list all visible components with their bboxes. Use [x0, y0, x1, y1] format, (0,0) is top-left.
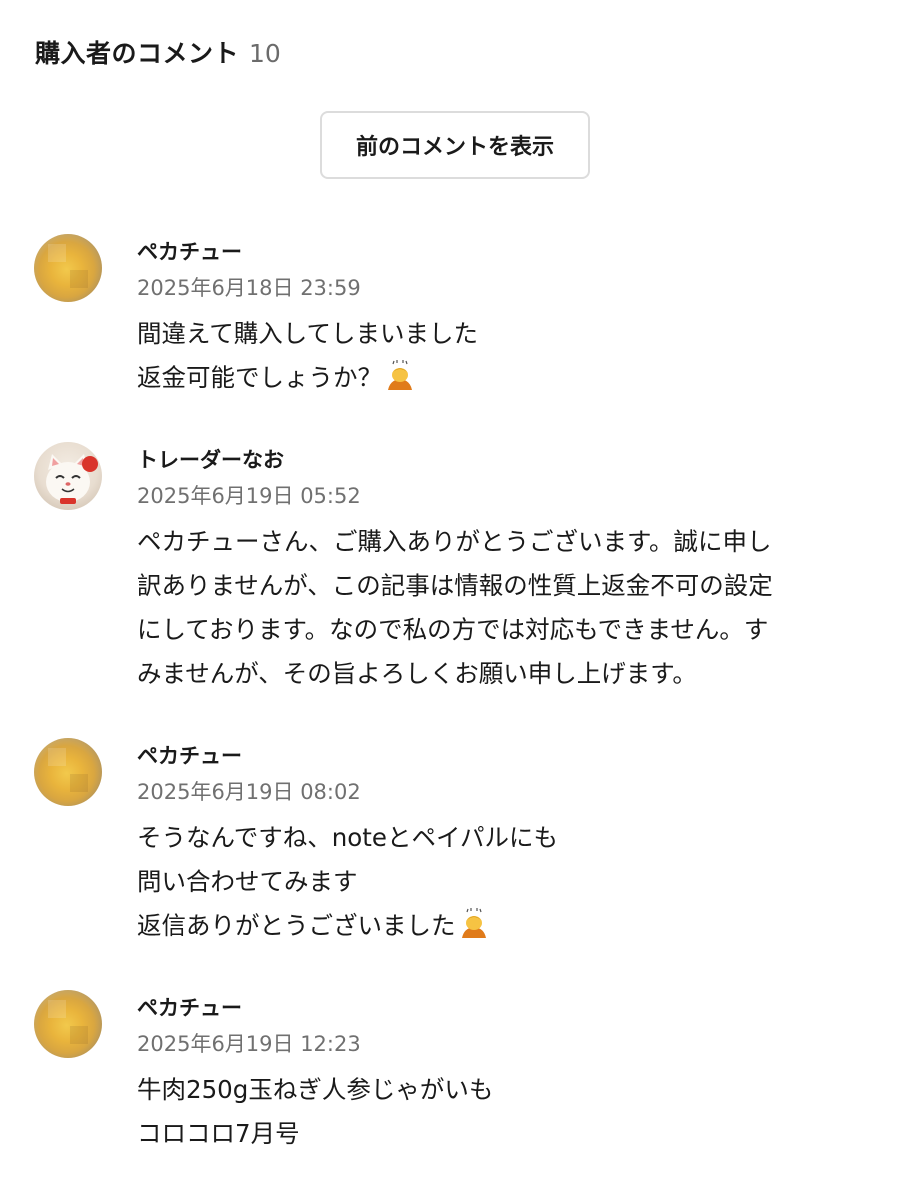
- comment-line: みませんが、その旨よろしくお願い申し上げます。: [137, 659, 697, 688]
- lucky-cat-avatar[interactable]: [34, 442, 102, 510]
- comment-line: コロコロ7月号: [137, 1119, 300, 1148]
- comment-body: 牛肉250g玉ねぎ人参じゃがいも コロコロ7月号: [137, 1068, 867, 1156]
- comment-timestamp: 2025年6月19日 08:02: [137, 780, 361, 804]
- comment-line: にしております。なので私の方では対応もできません。す: [137, 615, 769, 644]
- person-bowing-emoji: [461, 908, 486, 938]
- comments-title: 購入者のコメント: [35, 39, 240, 68]
- avatar[interactable]: [34, 234, 102, 302]
- comment-line: 問い合わせてみます: [137, 867, 358, 896]
- comments-count: 10: [249, 39, 281, 68]
- show-previous-comments-button[interactable]: 前のコメントを表示: [320, 111, 590, 179]
- comment-author[interactable]: トレーダーなお: [137, 444, 284, 474]
- comment-timestamp: 2025年6月18日 23:59: [137, 276, 361, 300]
- lucky-cat-icon: [46, 454, 98, 504]
- comments-header: 購入者のコメント 10: [35, 34, 281, 70]
- comment-body: 間違えて購入してしまいました 返金可能でしょうか？: [137, 312, 867, 400]
- comment-line: 間違えて購入してしまいました: [137, 319, 479, 348]
- comment-line: 訳ありませんが、この記事は情報の性質上返金不可の設定: [137, 571, 773, 600]
- comment-author[interactable]: ペカチュー: [137, 992, 242, 1022]
- comment-body: ペカチューさん、ご購入ありがとうございます。誠に申し 訳ありませんが、この記事は…: [137, 520, 867, 696]
- person-bowing-emoji: [388, 360, 412, 390]
- comment-body: そうなんですね、noteとペイパルにも 問い合わせてみます 返信ありがとうござい…: [137, 816, 867, 948]
- comment-line: 牛肉250g玉ねぎ人参じゃがいも: [137, 1075, 494, 1104]
- comment-author[interactable]: ペカチュー: [137, 236, 242, 266]
- comment-timestamp: 2025年6月19日 05:52: [137, 484, 361, 508]
- comment-line: ペカチューさん、ご購入ありがとうございます。誠に申し: [137, 527, 772, 556]
- comment-line-text: 返信ありがとうございました: [137, 911, 456, 940]
- comment-line: 返信ありがとうございました: [137, 904, 867, 948]
- comment-line: そうなんですね、noteとペイパルにも: [137, 823, 558, 852]
- comment-line: 返金可能でしょうか？: [137, 356, 867, 400]
- comment-timestamp: 2025年6月19日 12:23: [137, 1032, 361, 1056]
- avatar[interactable]: [34, 990, 102, 1058]
- comment-line-text: 返金可能でしょうか？: [137, 363, 382, 392]
- avatar[interactable]: [34, 738, 102, 806]
- comment-author[interactable]: ペカチュー: [137, 740, 242, 770]
